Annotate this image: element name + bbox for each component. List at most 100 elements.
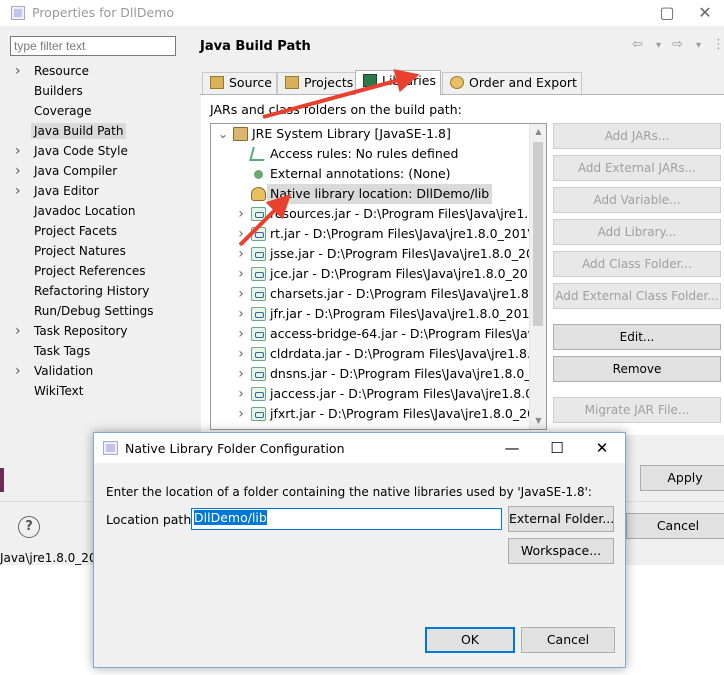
chevron-right-icon[interactable]: › — [235, 384, 247, 404]
nav-item-task-repository[interactable]: › Task Repository — [14, 321, 184, 341]
external-folder-button[interactable]: External Folder... — [508, 506, 614, 532]
add-library-button[interactable]: Add Library... — [553, 219, 721, 245]
nav-item-javadoc-location[interactable]: Javadoc Location — [14, 201, 184, 221]
chevron-right-icon[interactable]: › — [15, 181, 27, 201]
build-path-tree[interactable]: ⌄ JRE System Library [JavaSE-1.8] Access r… — [210, 123, 547, 430]
tree-row-label: jce.jar - D:\Program Files\Java\jre1.8.0… — [270, 266, 547, 281]
migrate-jar-file-button[interactable]: Migrate JAR File... — [553, 397, 721, 423]
chevron-right-icon[interactable]: › — [235, 344, 247, 364]
nav-item-java-compiler[interactable]: › Java Compiler — [14, 161, 184, 181]
nav-item-label: Java Build Path — [31, 123, 127, 139]
add-external-class-folder-button[interactable]: Add External Class Folder... — [553, 283, 721, 309]
chevron-right-icon[interactable]: › — [235, 224, 247, 244]
path-fragment: Java\jre1.8.0_201 — [0, 551, 105, 565]
dialog-message: Enter the location of a folder containin… — [106, 485, 592, 499]
dialog-maximize-icon[interactable]: ☐ — [542, 437, 572, 459]
nav-item-java-build-path[interactable]: Java Build Path — [14, 121, 184, 141]
nav-item-task-tags[interactable]: Task Tags — [14, 341, 184, 361]
help-icon[interactable]: ? — [18, 516, 40, 538]
nav-item-project-facets[interactable]: Project Facets — [14, 221, 184, 241]
chevron-right-icon[interactable]: › — [15, 361, 27, 381]
jar-icon — [251, 287, 266, 301]
dialog-cancel-button[interactable]: Cancel — [521, 627, 615, 653]
tree-row-label: dnsns.jar - D:\Program Files\Java\jre1.8… — [270, 366, 547, 381]
dialog-app-icon — [103, 441, 118, 455]
tab-order-and-export[interactable]: Order and Export — [442, 72, 582, 94]
chevron-right-icon[interactable]: › — [15, 141, 27, 161]
nav-item-run-debug-settings[interactable]: Run/Debug Settings — [14, 301, 184, 321]
apply-button[interactable]: Apply — [640, 465, 724, 491]
forward-arrow-icon[interactable]: ⇨ — [672, 37, 683, 52]
jar-icon — [251, 387, 266, 401]
dialog-title: Native Library Folder Configuration — [125, 441, 345, 456]
nav-item-label: WikiText — [34, 384, 84, 398]
remove-button[interactable]: Remove — [553, 356, 721, 382]
dialog-minimize-icon[interactable]: — — [497, 437, 527, 459]
scroll-down-icon[interactable]: ▼ — [530, 413, 546, 429]
tree-row-label: access-bridge-64.jar - D:\Program Files\… — [270, 326, 547, 341]
tab-libraries[interactable]: Libraries — [355, 70, 441, 95]
back-arrow-icon[interactable]: ⇦ — [632, 37, 643, 52]
dialog-close-icon[interactable]: ✕ — [587, 437, 617, 459]
ok-button[interactable]: OK — [425, 627, 515, 653]
tree-row-label: rt.jar - D:\Program Files\Java\jre1.8.0_… — [270, 226, 547, 241]
chevron-right-icon[interactable]: › — [235, 404, 247, 424]
workspace-button[interactable]: Workspace... — [508, 538, 614, 564]
tree-scrollbar[interactable]: ▲ ▼ — [529, 124, 546, 429]
projects-icon — [285, 76, 299, 89]
nav-item-java-code-style[interactable]: › Java Code Style — [14, 141, 184, 161]
chevron-right-icon[interactable]: › — [235, 244, 247, 264]
nav-item-project-references[interactable]: Project References — [14, 261, 184, 281]
close-icon[interactable]: ✕ — [690, 2, 720, 24]
nav-item-validation[interactable]: › Validation — [14, 361, 184, 381]
property-page-nav: › Resource Builders Coverage Java Build Path… — [14, 61, 184, 401]
chevron-right-icon[interactable]: › — [15, 321, 27, 341]
nav-item-coverage[interactable]: Coverage — [14, 101, 184, 121]
tab-projects[interactable]: Projects — [277, 72, 359, 94]
native-library-icon — [251, 187, 266, 201]
tab-source[interactable]: Source — [202, 72, 277, 94]
nav-item-wikitext[interactable]: WikiText — [14, 381, 184, 401]
jar-icon — [251, 367, 266, 381]
libraries-icon — [363, 74, 377, 87]
maximize-icon[interactable]: ▢ — [652, 2, 682, 24]
add-jars-button[interactable]: Add JARs... — [553, 123, 721, 149]
jar-icon — [251, 307, 266, 321]
chevron-right-icon[interactable]: › — [235, 324, 247, 344]
nav-item-label: Task Repository — [34, 324, 128, 338]
chevron-right-icon[interactable]: › — [235, 304, 247, 324]
nav-item-label: Project Natures — [34, 244, 126, 258]
view-menu-icon[interactable]: ⋮ — [712, 37, 724, 52]
nav-item-project-natures[interactable]: Project Natures — [14, 241, 184, 261]
scroll-thumb[interactable] — [533, 142, 543, 326]
chevron-right-icon[interactable]: › — [15, 161, 27, 181]
edit-button[interactable]: Edit... — [553, 324, 721, 350]
tree-row-label: External annotations: (None) — [270, 166, 451, 181]
chevron-right-icon[interactable]: › — [235, 284, 247, 304]
tree-row-label: Access rules: No rules defined — [270, 146, 459, 161]
tab-divider — [200, 94, 724, 95]
page-title: Java Build Path — [200, 39, 311, 54]
chevron-right-icon[interactable]: › — [235, 264, 247, 284]
chevron-down-icon[interactable]: ⌄ — [217, 124, 229, 144]
add-class-folder-button[interactable]: Add Class Folder... — [553, 251, 721, 277]
add-external-jars-button[interactable]: Add External JARs... — [553, 155, 721, 181]
nav-item-label: Java Editor — [34, 184, 99, 198]
chevron-right-icon[interactable]: › — [235, 204, 247, 224]
location-path-value: DllDemo/lib — [194, 510, 267, 525]
native-library-dialog: Native Library Folder Configuration — ☐ … — [93, 432, 626, 668]
nav-item-builders[interactable]: Builders — [14, 81, 184, 101]
cancel-button[interactable]: Cancel — [626, 513, 724, 539]
forward-dropdown-icon[interactable]: ▾ — [696, 40, 701, 51]
nav-item-java-editor[interactable]: › Java Editor — [14, 181, 184, 201]
add-variable-button[interactable]: Add Variable... — [553, 187, 721, 213]
location-path-input[interactable]: DllDemo/lib — [191, 508, 502, 530]
filter-input[interactable] — [10, 36, 176, 56]
back-dropdown-icon[interactable]: ▾ — [656, 40, 661, 51]
chevron-right-icon[interactable]: › — [15, 61, 27, 81]
nav-item-refactoring-history[interactable]: Refactoring History — [14, 281, 184, 301]
chevron-right-icon[interactable]: › — [235, 364, 247, 384]
jar-icon — [251, 407, 266, 421]
nav-item-resource[interactable]: › Resource — [14, 61, 184, 81]
scroll-up-icon[interactable]: ▲ — [530, 124, 546, 140]
